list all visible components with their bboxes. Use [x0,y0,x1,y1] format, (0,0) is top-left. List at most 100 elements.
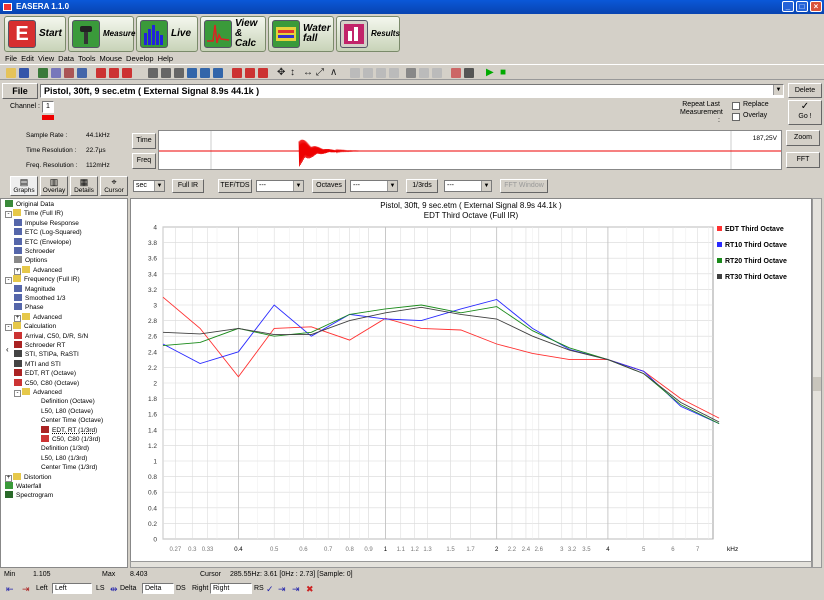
left-field[interactable]: Left [52,583,92,594]
minimize-button[interactable]: _ [782,1,794,12]
play-icon[interactable]: ▶ [486,68,496,78]
redo-icon[interactable] [363,68,373,78]
table-icon[interactable] [245,68,255,78]
stretch-icon[interactable] [419,68,429,78]
move-icon[interactable]: ✥ [277,68,287,78]
expand-icon[interactable]: + [14,267,21,275]
file-button[interactable]: File [2,83,38,99]
scrollbar-thumb[interactable] [813,377,821,391]
tree-item[interactable]: - Frequency (Full IR) [5,275,80,285]
tab-details[interactable]: ▦ Details [70,176,98,196]
import-icon[interactable] [38,68,48,78]
left-cursor-move-icon[interactable]: ⇥ [22,584,30,595]
tree-item[interactable]: ETC (Log-Squared) [14,228,82,237]
tree-item[interactable]: MTI and STI [14,359,61,369]
grid-icon[interactable] [187,68,197,78]
tree-item[interactable]: C50, C80 (Octave) [14,378,79,388]
tree-item[interactable]: Original Data [5,200,54,209]
horizontal-scrollbar[interactable] [130,561,812,568]
print-icon[interactable] [451,68,461,78]
tree-item[interactable]: Center Time (Octave) [41,416,103,425]
file-dropdown[interactable]: ▼ [770,85,783,97]
tree-item[interactable]: - Advanced [14,388,62,397]
tab-view-calc[interactable]: View & Calc [200,16,266,52]
right-cursor-end-icon[interactable]: ⇥ [292,584,300,595]
export-icon[interactable] [51,68,61,78]
zoom-button[interactable]: Zoom [786,130,820,146]
tree-item[interactable]: Center Time (1/3rd) [41,463,97,472]
tree-item[interactable]: Options [14,256,47,265]
cursor-icon[interactable] [232,68,242,78]
tab-overlay[interactable]: ▥ Overlay [40,176,68,196]
save-icon[interactable] [19,68,29,78]
file-name-field[interactable]: Pistol, 30ft, 9 sec.etm ( External Signa… [40,84,784,98]
zoom-out-icon[interactable] [174,68,184,78]
repeat-icon[interactable] [376,68,386,78]
vertical-scrollbar[interactable] [812,198,822,568]
delta-field[interactable]: Delta [142,583,174,594]
tab-waterfall[interactable]: Water fall [268,16,334,52]
tree-item[interactable]: Waterfall [5,482,41,491]
right-field[interactable]: Right [210,583,252,594]
tree-item[interactable]: Magnitude [14,284,55,294]
tree-item[interactable]: + Advanced [14,265,62,275]
tree-item[interactable]: Schroeder RT [14,341,65,350]
delete-button[interactable]: Delete [788,83,822,98]
fit-icon[interactable]: ⤢ [316,68,326,78]
menu-view[interactable]: View [36,53,56,64]
tree-item[interactable]: L50, L80 (Octave) [41,407,93,416]
tree-item[interactable]: EDT, RT (1/3rd) [41,425,97,435]
horizontal-icon[interactable]: ↔ [303,68,313,78]
freq-button[interactable]: Freq [132,153,156,169]
collapse-icon[interactable]: - [5,324,12,332]
collapse-icon[interactable]: - [14,390,21,397]
collapse-icon[interactable]: - [5,211,12,219]
fft-button[interactable]: FFT [786,152,820,168]
unit-select[interactable]: sec ▼ [133,180,165,192]
third-select[interactable]: --- ▼ [444,180,492,192]
record-icon[interactable] [64,68,74,78]
channel-field[interactable]: 1 [42,101,54,113]
smooth-icon[interactable] [432,68,442,78]
tab-live[interactable]: Live [136,16,198,52]
octave-select[interactable]: --- ▼ [350,180,398,192]
overview-waveform[interactable]: 187,25V [158,130,782,170]
tree-item[interactable]: Schroeder [14,247,55,256]
tree-item[interactable]: ETC (Envelope) [14,237,71,247]
tab-measure[interactable]: Measure [68,16,135,52]
collapse-panel-icon[interactable]: ‹ [6,345,9,354]
tree-item[interactable]: Smoothed 1/3 [14,294,65,303]
menu-develop[interactable]: Develop [124,53,156,64]
range-icon[interactable] [258,68,268,78]
vertical-icon[interactable]: ↕ [290,68,300,78]
overlay-checkbox[interactable] [732,113,740,121]
right-cursor-move-icon[interactable]: ⇥ [278,584,286,595]
tef-tds-button[interactable]: TEF/TDS [218,179,252,193]
menu-help[interactable]: Help [156,53,175,64]
collapse-icon[interactable]: - [5,277,12,285]
tree-item[interactable]: - Time (Full IR) [5,209,63,219]
signal-add-icon[interactable] [96,68,106,78]
close-button[interactable]: × [810,1,822,12]
curve-icon[interactable]: ∧ [330,68,340,78]
chart-panel[interactable]: Pistol, 30ft, 9 sec.etm ( External Signa… [130,198,812,568]
tree-item[interactable]: C50, C80 (1/3rd) [41,435,100,444]
open-icon[interactable] [6,68,16,78]
scale-icon[interactable] [200,68,210,78]
zoom-in-icon[interactable] [161,68,171,78]
tab-graphs[interactable]: ▤ Graphs [10,176,38,196]
properties-icon[interactable] [77,68,87,78]
fft-window-button[interactable]: FFT Window [500,179,548,193]
tree-item[interactable]: Phase [14,303,43,312]
zoom-fit-icon[interactable] [148,68,158,78]
expand-icon[interactable]: + [14,314,21,322]
right-cursor-icon[interactable]: ✓ [266,584,274,595]
signal-mul-icon[interactable] [122,68,132,78]
undo-icon[interactable] [350,68,360,78]
tree-item[interactable]: EDT, RT (Octave) [14,369,76,378]
mode-select[interactable]: --- ▼ [256,180,304,192]
tree-item[interactable]: Definition (Octave) [41,397,95,406]
go-button[interactable]: ✓ Go ! [788,100,822,125]
menu-edit[interactable]: Edit [19,53,36,64]
tree-item[interactable]: Spectrogram [5,491,53,500]
